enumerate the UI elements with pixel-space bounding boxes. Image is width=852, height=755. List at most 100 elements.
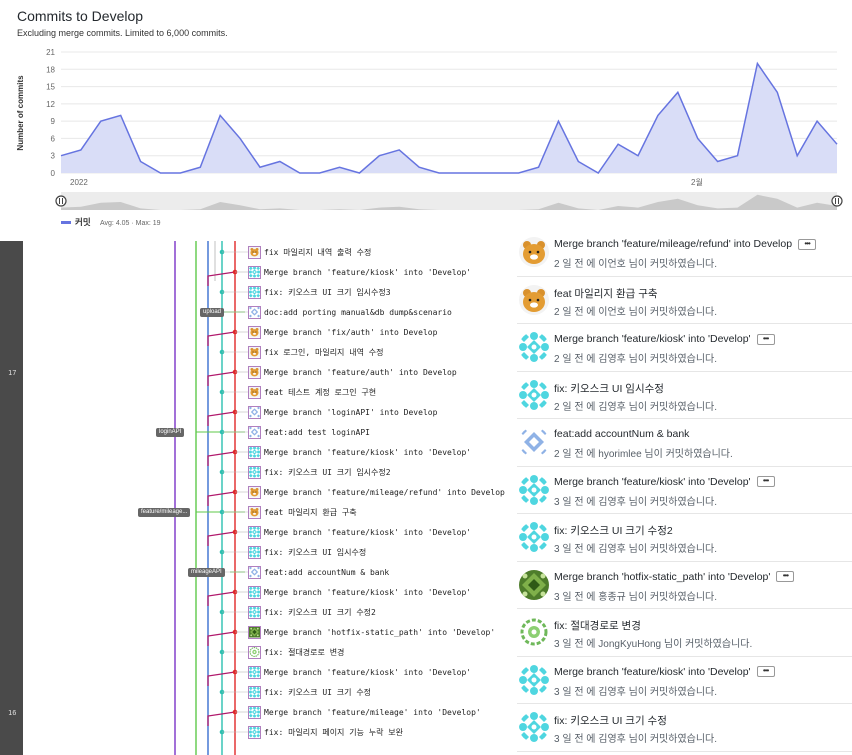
commit-title[interactable]: Merge branch 'feature/kiosk' into 'Devel… xyxy=(554,666,751,678)
commit-author[interactable]: 이언호 xyxy=(598,307,626,318)
graph-commit-row[interactable]: feat:add accountNum & bank xyxy=(248,562,516,582)
chart-subtitle: Excluding merge commits. Limited to 6,00… xyxy=(17,28,228,38)
navigator-handle[interactable] xyxy=(831,195,843,207)
graph-commit-row[interactable]: Merge branch 'loginAPI' into Develop xyxy=(248,402,516,422)
graph-avatar xyxy=(248,705,261,719)
commit-title[interactable]: fix: 절대경로로 변경 xyxy=(554,618,641,633)
graph-commit-row[interactable]: Merge branch 'feature/kiosk' into 'Devel… xyxy=(248,522,516,542)
graph-avatar xyxy=(248,585,261,599)
graph-commit-row[interactable]: fix 로그인, 마일리지 내역 수정 xyxy=(248,342,516,362)
graph-commit-row[interactable]: fix: 키오스크 UI 크기 수정 xyxy=(248,682,516,702)
graph-commit-message: fix: 마일리지 페이지 기능 누락 보완 xyxy=(264,727,404,737)
ryan-avatar-icon xyxy=(249,486,260,498)
graph-commit-row[interactable]: Merge branch 'feature/auth' into Develop xyxy=(248,362,516,382)
commit-title[interactable]: fix: 키오스크 UI 임시수정 xyxy=(554,381,664,396)
y-tick-label: 12 xyxy=(46,100,55,109)
commit-list-item[interactable]: fix: 절대경로로 변경 3 일 전 에 JongKyuHong 님이 커밋하였… xyxy=(517,609,852,657)
branch-tag[interactable]: mileageAPI xyxy=(188,568,225,577)
y-tick-label: 0 xyxy=(51,169,56,178)
commit-time: 2 일 전 에 xyxy=(554,306,596,318)
range-navigator[interactable] xyxy=(61,192,837,210)
graph-commit-row[interactable]: Merge branch 'feature/mileage/refund' in… xyxy=(248,482,516,502)
branch-tag[interactable]: upload xyxy=(200,308,225,317)
branch-tag[interactable]: feature/mileage... xyxy=(138,508,191,517)
commit-list-item[interactable]: Merge branch 'feature/kiosk' into 'Devel… xyxy=(517,657,852,704)
commit-time: 3 일 전 에 xyxy=(554,496,596,508)
commit-suffix: 님이 커밋하였습니다. xyxy=(628,401,718,413)
commit-list-item[interactable]: feat:add accountNum & bank 2 일 전 에 hyorim… xyxy=(517,419,852,467)
expand-message-button[interactable]: ••• xyxy=(798,238,817,250)
expand-message-button[interactable]: ••• xyxy=(756,476,775,487)
graph-commit-row[interactable]: fix: 키오스크 UI 크기 임시수정2 xyxy=(248,462,516,482)
graph-commit-row[interactable]: feat 마일리지 환급 구축 xyxy=(248,502,516,522)
graph-commit-row[interactable]: doc:add porting manual&db dump&scenario xyxy=(248,302,516,322)
commit-title[interactable]: Merge branch 'feature/kiosk' into 'Devel… xyxy=(554,476,751,488)
commit-suffix: 님이 커밋하였습니다. xyxy=(644,449,733,460)
commit-time: 2 일 전 에 xyxy=(554,354,596,365)
commit-meta: 3 일 전 에 김영후 님이 커밋하였습니다. xyxy=(554,540,717,555)
commit-list-item[interactable]: fix: 키오스크 UI 크기 수정 3 일 전 에 김영후 님이 커밋하였습니다… xyxy=(517,704,852,752)
cyan-identicon-icon xyxy=(519,712,549,742)
graph-commit-row[interactable]: Merge branch 'feature/kiosk' into 'Devel… xyxy=(248,262,516,282)
cyan-identicon-icon xyxy=(519,332,549,362)
commit-author[interactable]: 김영후 xyxy=(598,497,626,508)
graph-commit-row[interactable]: fix: 절대경로로 변경 xyxy=(248,642,516,662)
avatar xyxy=(519,522,549,552)
commit-list-item[interactable]: feat 마일리지 환급 구축 2 일 전 에 이언호 님이 커밋하였습니다. xyxy=(517,277,852,324)
graph-commit-row[interactable]: Merge branch 'feature/kiosk' into 'Devel… xyxy=(248,662,516,682)
graph-commit-row[interactable]: fix: 마일리지 페이지 기능 누락 보완 xyxy=(248,722,516,742)
expand-message-button[interactable]: ••• xyxy=(756,333,775,345)
graph-commit-row[interactable]: Merge branch 'feature/kiosk' into 'Devel… xyxy=(248,442,516,462)
commit-title[interactable]: Merge branch 'feature/kiosk' into 'Devel… xyxy=(554,333,751,345)
navigator-handle[interactable] xyxy=(55,195,67,207)
graph-commit-row[interactable]: fix 마일리지 내역 출력 수정 xyxy=(248,242,516,262)
commit-author[interactable]: 이언호 xyxy=(598,259,626,270)
commit-time: 3 일 전 에 xyxy=(554,734,596,745)
commit-author[interactable]: 김영후 xyxy=(598,402,626,413)
graph-commit-message: Merge branch 'fix/auth' into Develop xyxy=(264,327,438,337)
branch-tag[interactable]: loginAPI xyxy=(156,428,185,437)
expand-message-button[interactable]: ••• xyxy=(756,666,775,677)
commit-suffix: 님이 커밋하였습니다. xyxy=(628,591,718,603)
commit-author[interactable]: 김영후 xyxy=(598,687,626,698)
expand-message-button[interactable]: ••• xyxy=(776,571,795,582)
commit-title[interactable]: feat:add accountNum & bank xyxy=(554,428,689,440)
commit-list-item[interactable]: Merge branch 'feature/kiosk' into 'Devel… xyxy=(517,467,852,514)
graph-commit-row[interactable]: Merge branch 'feature/kiosk' into 'Devel… xyxy=(248,582,516,602)
commit-list-item[interactable]: Merge branch 'feature/mileage/refund' in… xyxy=(517,229,852,277)
commit-list-item[interactable]: Merge branch 'feature/kiosk' into 'Devel… xyxy=(517,324,852,372)
graph-avatar xyxy=(248,385,261,399)
graph-commit-row[interactable]: Merge branch 'feature/mileage' into 'Dev… xyxy=(248,702,516,722)
ryan-avatar-icon xyxy=(249,506,260,518)
graph-commit-row[interactable]: fix: 키오스크 UI 크기 임시수정3 xyxy=(248,282,516,302)
commit-title[interactable]: fix: 키오스크 UI 크기 수정 xyxy=(554,713,667,728)
commit-suffix: 님이 커밋하였습니다. xyxy=(628,686,718,698)
commit-author[interactable]: JongKyuHong xyxy=(598,639,661,650)
graph-commit-row[interactable]: fix: 키오스크 UI 임시수정 xyxy=(248,542,516,562)
commit-list-item[interactable]: fix: 키오스크 UI 크기 수정2 3 일 전 에 김영후 님이 커밋하였습니… xyxy=(517,514,852,562)
commit-author[interactable]: 김영후 xyxy=(598,544,626,555)
graph-commit-message: fix: 키오스크 UI 임시수정 xyxy=(264,547,367,557)
graph-commit-row[interactable]: feat:add test loginAPI xyxy=(248,422,516,442)
y-axis-title: Number of commits xyxy=(16,75,25,151)
commit-title[interactable]: Merge branch 'feature/mileage/refund' in… xyxy=(554,238,792,250)
commit-author[interactable]: 김영후 xyxy=(598,354,626,365)
commit-author[interactable]: 홍종규 xyxy=(598,592,626,603)
commit-list-item[interactable]: fix: 키오스크 UI 임시수정 2 일 전 에 김영후 님이 커밋하였습니다. xyxy=(517,372,852,419)
commit-time: 2 일 전 에 xyxy=(554,259,596,270)
graph-avatar xyxy=(248,665,261,679)
ryan-avatar-icon xyxy=(519,284,549,315)
cyan-identicon-icon xyxy=(249,266,260,278)
commit-title[interactable]: fix: 키오스크 UI 크기 수정2 xyxy=(554,523,673,538)
commit-title[interactable]: Merge branch 'hotfix-static_path' into '… xyxy=(554,571,770,583)
graph-commit-row[interactable]: feat 테스트 계정 로그인 구현 xyxy=(248,382,516,402)
commit-author[interactable]: 김영후 xyxy=(598,734,626,745)
commit-title[interactable]: feat 마일리지 환급 구축 xyxy=(554,286,658,301)
graph-commit-row[interactable]: Merge branch 'fix/auth' into Develop xyxy=(248,322,516,342)
commit-list-item[interactable]: Merge branch 'hotfix-static_path' into '… xyxy=(517,562,852,609)
ryan-avatar-icon xyxy=(249,326,260,338)
commit-author[interactable]: hyorimlee xyxy=(598,449,641,460)
y-tick-label: 3 xyxy=(51,152,56,161)
graph-commit-row[interactable]: Merge branch 'hotfix-static_path' into '… xyxy=(248,622,516,642)
graph-commit-row[interactable]: fix: 키오스크 UI 크기 수정2 xyxy=(248,602,516,622)
